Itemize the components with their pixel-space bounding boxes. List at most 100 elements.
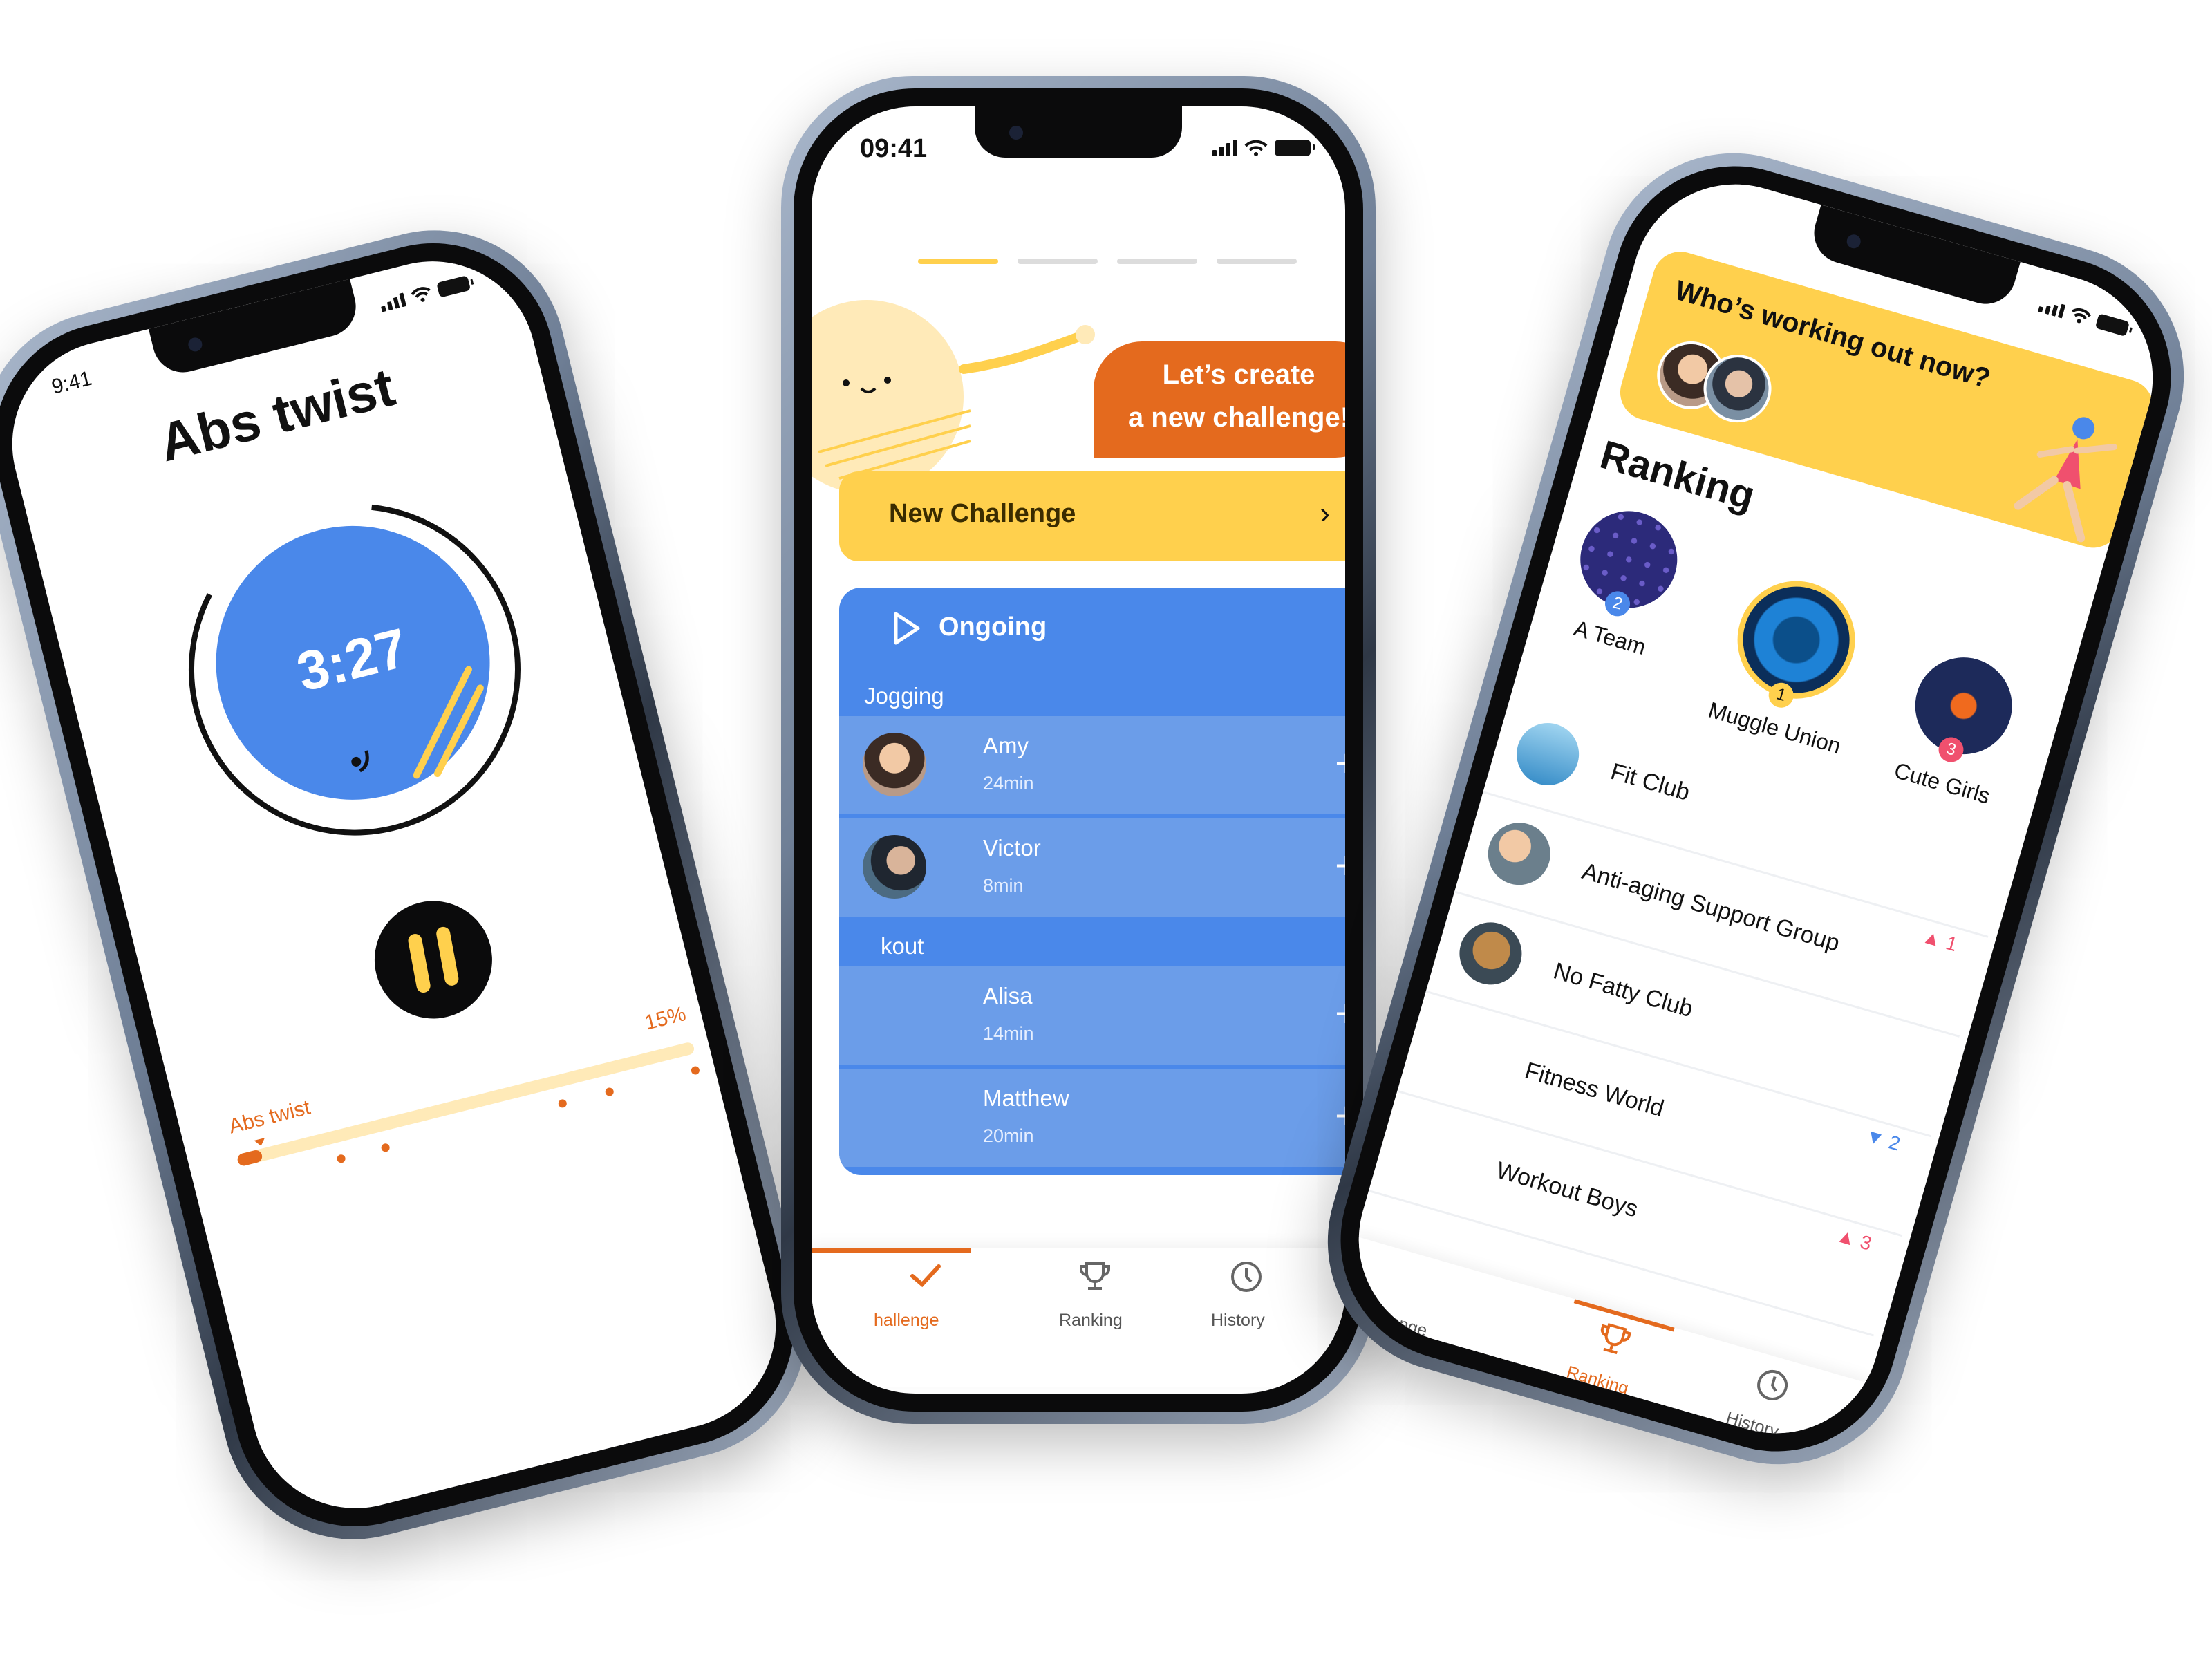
pause-button[interactable] [362,888,505,1031]
tab-ranking[interactable]: Ranking [1528,1293,1688,1425]
trophy-icon [1080,1262,1110,1290]
progress-dot [557,1098,568,1109]
wifi-icon [409,285,433,305]
progress-dot [380,1143,391,1153]
tab-label: History [1723,1407,1781,1442]
trophy-icon [1600,1323,1632,1355]
ongoing-label: Ongoing [939,612,1047,641]
rank-change-down: ▼ 2 [1862,1124,1903,1155]
rank-change-up: ▲ 1 [1920,925,1960,956]
participant-duration: 14min [983,1023,1034,1044]
team-logo [1723,567,1869,713]
avatar [1452,915,1530,993]
status-time: 09:41 [860,134,928,163]
status-icons [1212,140,1315,156]
play-icon [892,611,922,646]
signal-icon [2038,298,2066,319]
tab-history[interactable]: History [1178,1248,1316,1345]
phone-challenge: 09:41 Let’s create a new challenge! New … [781,76,1376,1424]
participant-name: Alisa [983,983,1033,1009]
participant-name: Matthew [983,1085,1069,1111]
add-icon[interactable]: + [1335,744,1345,782]
notch [1807,205,2021,312]
new-challenge-label: New Challenge [889,499,1076,528]
working-out-banner[interactable]: Who’s working out now? [1613,245,2160,554]
team-name: Fitness World [1521,1057,1667,1123]
phone-bezel: 09:41 Let’s create a new challenge! New … [794,88,1363,1412]
ongoing-card: Ongoing Jogging Amy 24min + Victor 8min … [839,588,1345,1175]
exercise-progress: Abs twist 15% [227,1002,701,1168]
participant-name: Amy [983,733,1029,758]
team-logo [1904,646,2024,766]
avatar [863,733,926,796]
tab-bar: hallenge Ranking History [812,1248,1345,1387]
banner-line-1: Let’s create [1162,359,1315,390]
new-challenge-button[interactable]: New Challenge › [839,471,1345,561]
tab-label: Ranking [1059,1311,1123,1330]
ranking-screen: Who’s working out now? Ranking 2 A Team … [1334,160,2177,1458]
mascot-illustration [812,293,1102,500]
tab-ranking[interactable]: Ranking [1026,1248,1164,1345]
progress-dot [690,1065,701,1076]
podium-team[interactable]: 2 A Team [1557,499,1696,664]
participant-name: Victor [983,835,1041,861]
battery-icon [2094,313,2130,337]
challenge-row[interactable]: Victor 8min + [839,818,1345,917]
wifi-icon [2068,306,2092,326]
phone-bezel: Who’s working out now? Ranking 2 A Team … [1312,137,2200,1481]
challenge-row[interactable]: Amy 24min + [839,716,1345,814]
check-icon [910,1264,941,1288]
tab-challenge[interactable]: llenge [1349,1242,1508,1374]
challenge-row[interactable]: Alisa 14min + [839,966,1345,1065]
team-name: No Fatty Club [1550,957,1696,1023]
group-title: Jogging [864,683,944,709]
clock-icon [1757,1369,1788,1400]
challenge-screen: 09:41 Let’s create a new challenge! New … [812,106,1345,1394]
rank-change-up: ▲ 3 [1834,1224,1875,1255]
progress-fill [236,1149,263,1168]
add-icon[interactable]: + [1335,994,1345,1033]
page-dot-active[interactable] [918,259,998,264]
notch [975,106,1182,158]
progress-marker-icon [254,1138,267,1147]
tab-label: llenge [1379,1309,1430,1341]
add-icon[interactable]: + [1335,1096,1345,1135]
signal-icon [379,292,406,312]
team-name: Fit Club [1607,758,1693,806]
page-dot[interactable] [1117,259,1197,264]
tab-label: hallenge [874,1311,939,1330]
team-name: Workout Boys [1493,1156,1641,1223]
abs-twist-screen: 9:41 Abs twist 3:27 Abs twist 15% [0,239,798,1530]
page-dot[interactable] [1018,259,1098,264]
podium-team[interactable]: 3 Cute Girls [1882,644,2034,812]
timer-dial: 3:27 [145,460,564,879]
runner-illustration [1986,392,2141,552]
page-indicator [918,259,1297,264]
pause-icon [408,926,459,993]
podium-team[interactable]: 1 Muggle Union [1698,563,1888,762]
progress-percent: 15% [642,1002,688,1035]
notch [148,279,362,379]
status-icons [379,275,471,312]
participant-duration: 24min [983,773,1034,794]
add-icon[interactable]: + [1335,846,1345,885]
status-icons [2038,297,2130,337]
phone-ranking: Who’s working out now? Ranking 2 A Team … [1296,122,2212,1496]
challenge-row[interactable]: Matthew 20min + [839,1069,1345,1167]
avatar [1509,715,1586,793]
tab-label: Ranking [1564,1362,1631,1399]
tab-label: History [1211,1311,1265,1330]
participant-duration: 8min [983,875,1024,896]
battery-icon [436,275,471,298]
team-name: A Team [1571,615,1649,660]
tab-history[interactable]: History [1688,1339,1848,1458]
page-dot[interactable] [1217,259,1297,264]
participant-duration: 20min [983,1125,1034,1146]
progress-dot [336,1153,346,1164]
battery-icon [1275,140,1315,156]
chevron-right-icon: › [1320,496,1330,530]
clock-icon [1231,1262,1262,1292]
progress-dot [604,1087,615,1097]
phone-bezel: 9:41 Abs twist 3:27 Abs twist 15% [0,217,820,1553]
tab-challenge[interactable]: hallenge [853,1248,991,1345]
